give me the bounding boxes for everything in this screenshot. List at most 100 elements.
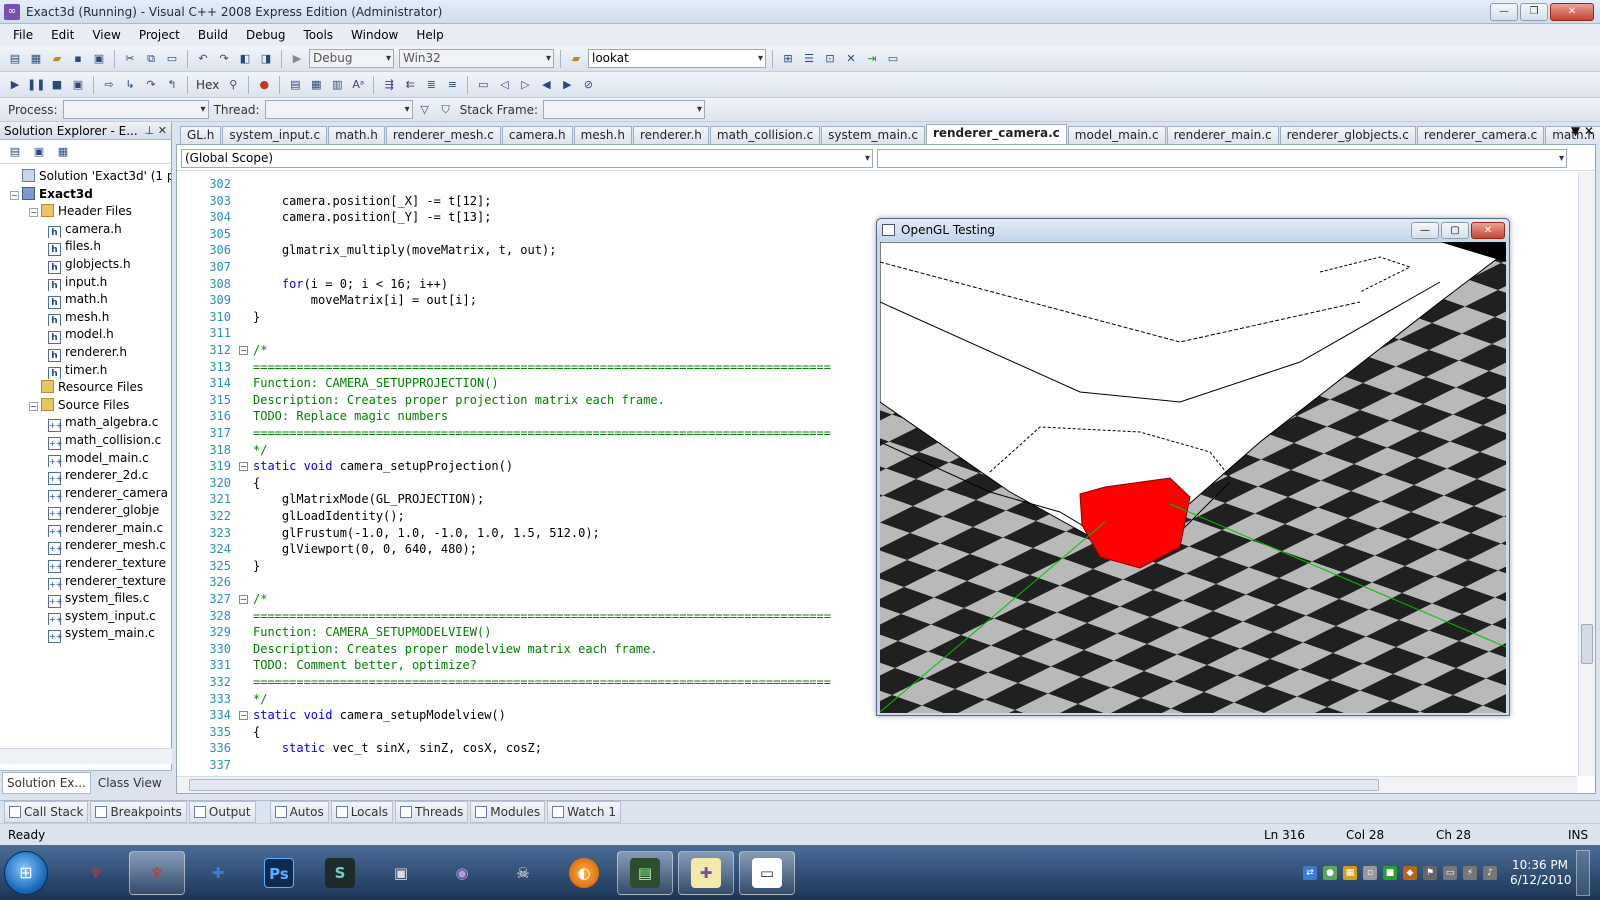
- code-line[interactable]: }: [253, 558, 260, 575]
- start-page-icon[interactable]: ⇥: [863, 50, 881, 68]
- indent-icon[interactable]: ⇶: [380, 76, 398, 94]
- close-panel-icon[interactable]: ✕: [158, 124, 167, 137]
- close-button[interactable]: ✕: [1550, 3, 1594, 21]
- object-browser-icon[interactable]: ⊡: [821, 50, 839, 68]
- tab-autos[interactable]: Autos: [269, 800, 329, 823]
- horizontal-scroll-thumb[interactable]: [189, 779, 1379, 791]
- start-button[interactable]: ⊞: [4, 850, 48, 895]
- breakpoints-window-icon[interactable]: ●: [255, 76, 273, 94]
- tray-power-icon[interactable]: ⚡: [1463, 865, 1477, 880]
- fold-toggle-icon[interactable]: −: [239, 346, 248, 355]
- code-line[interactable]: static void camera_setupProjection(): [253, 458, 513, 475]
- memory-icon[interactable]: ▥: [328, 76, 346, 94]
- scope-combo[interactable]: (Global Scope): [181, 149, 873, 168]
- tree-item[interactable]: ++ renderer_mesh.c: [0, 537, 171, 556]
- code-line[interactable]: moveMatrix[i] = out[i];: [253, 292, 477, 309]
- undo-icon[interactable]: ↶: [194, 50, 212, 68]
- cut-icon[interactable]: ✂: [121, 50, 139, 68]
- step-into-icon[interactable]: ↳: [121, 76, 139, 94]
- tray-app-icon[interactable]: ◆: [1403, 865, 1417, 880]
- opengl-close-button[interactable]: ✕: [1471, 222, 1505, 239]
- refresh-icon[interactable]: ▦: [54, 143, 72, 161]
- code-line[interactable]: */: [253, 691, 267, 708]
- tree-item[interactable]: ++ renderer_texture: [0, 555, 171, 573]
- document-tab[interactable]: system_main.c: [821, 126, 925, 144]
- taskbar-alien-icon[interactable]: ☠: [495, 851, 551, 895]
- show-desktop-button[interactable]: [1576, 849, 1590, 896]
- tab-watch-1[interactable]: Watch 1: [547, 800, 621, 823]
- tab-breakpoints[interactable]: Breakpoints: [90, 800, 187, 823]
- document-tab[interactable]: model_main.c: [1067, 126, 1166, 144]
- tree-item[interactable]: ++ math_algebra.c: [0, 414, 171, 432]
- taskbar-opengl-window-icon[interactable]: ▭: [739, 850, 795, 895]
- document-tab[interactable]: GL.h: [180, 126, 222, 144]
- taskbar-radiant-icon[interactable]: ♆: [129, 850, 185, 895]
- menu-window[interactable]: Window: [342, 24, 407, 46]
- code-line[interactable]: ========================================…: [253, 608, 831, 625]
- editor-vertical-scrollbar[interactable]: [1578, 172, 1595, 776]
- opengl-minimize-button[interactable]: —: [1411, 222, 1439, 239]
- save-icon[interactable]: ▪: [69, 50, 87, 68]
- tree-item[interactable]: − Header Files: [0, 203, 171, 221]
- code-line[interactable]: Description: Creates proper projection m…: [253, 392, 665, 409]
- show-next-statement-icon[interactable]: ⇨: [100, 76, 118, 94]
- toolbox-icon[interactable]: ✕: [842, 50, 860, 68]
- tray-network-icon[interactable]: ⇄: [1303, 865, 1317, 880]
- member-combo[interactable]: [877, 149, 1567, 168]
- clear-bookmarks-icon[interactable]: ⊘: [579, 76, 597, 94]
- restore-button[interactable]: ❐: [1520, 3, 1548, 21]
- code-line[interactable]: camera.position[_X] -= t[12];: [253, 193, 492, 210]
- document-tab[interactable]: math.h: [328, 126, 385, 144]
- next-bookmark-folder-icon[interactable]: ▶: [558, 76, 576, 94]
- document-tab[interactable]: renderer_camera.c: [1416, 126, 1545, 144]
- tree-item[interactable]: h model.h: [0, 326, 171, 344]
- taskbar-pidgin-icon[interactable]: ◉: [434, 851, 490, 895]
- tree-item[interactable]: h renderer.h: [0, 344, 171, 362]
- tray-flag-icon[interactable]: ⚑: [1423, 865, 1437, 880]
- menu-edit[interactable]: Edit: [42, 24, 83, 46]
- navigate-backward-icon[interactable]: ◧: [236, 50, 254, 68]
- document-tab[interactable]: renderer_globjects.c: [1279, 126, 1416, 144]
- code-line[interactable]: static void camera_setupModelview(): [253, 707, 506, 724]
- pin-icon[interactable]: ⊥: [145, 124, 155, 137]
- prev-bookmark-folder-icon[interactable]: ◀: [537, 76, 555, 94]
- tab-modules[interactable]: Modules: [470, 800, 546, 823]
- tree-item[interactable]: ++ renderer_texture: [0, 573, 171, 591]
- tree-item[interactable]: ++ system_main.c: [0, 625, 171, 644]
- tree-item[interactable]: ++ renderer_main.c: [0, 520, 171, 538]
- collapse-toggle-icon[interactable]: −: [29, 208, 38, 218]
- code-line[interactable]: Function: CAMERA_SETUPMODELVIEW(): [253, 624, 491, 641]
- tree-item[interactable]: Solution 'Exact3d' (1 projec: [0, 168, 171, 186]
- toggle-bookmark-icon[interactable]: ▭: [474, 76, 492, 94]
- process-combo[interactable]: [62, 100, 209, 119]
- tree-item[interactable]: ++ system_files.c: [0, 590, 171, 608]
- paste-icon[interactable]: ▭: [163, 50, 181, 68]
- restart-icon[interactable]: ▣: [69, 76, 87, 94]
- code-line[interactable]: camera.position[_Y] -= t[13];: [253, 209, 492, 226]
- tree-item[interactable]: h timer.h: [0, 362, 171, 380]
- copy-icon[interactable]: ⧉: [142, 50, 160, 68]
- code-line[interactable]: glFrustum(-1.0, 1.0, -1.0, 1.0, 1.5, 512…: [253, 525, 600, 542]
- tree-item[interactable]: h globjects.h: [0, 256, 171, 274]
- document-tab[interactable]: renderer_mesh.c: [385, 126, 501, 144]
- code-line[interactable]: glMatrixMode(GL_PROJECTION);: [253, 491, 484, 508]
- breakpoint-icon[interactable]: ⚲: [224, 76, 242, 94]
- outdent-icon[interactable]: ⇇: [401, 76, 419, 94]
- tray-nvidia-icon[interactable]: ■: [1383, 865, 1397, 880]
- tree-item[interactable]: h mesh.h: [0, 309, 171, 327]
- code-line[interactable]: glLoadIdentity();: [253, 508, 405, 525]
- menu-file[interactable]: File: [4, 24, 42, 46]
- code-line[interactable]: Description: Creates proper modelview ma…: [253, 641, 658, 658]
- tray-monitor-icon[interactable]: ▭: [1443, 865, 1457, 880]
- next-bookmark-icon[interactable]: ▷: [516, 76, 534, 94]
- uncomment-icon[interactable]: ≡: [443, 76, 461, 94]
- menu-tools[interactable]: Tools: [294, 24, 342, 46]
- break-all-icon[interactable]: ❚❚: [27, 76, 45, 94]
- tree-item[interactable]: ++ system_input.c: [0, 608, 171, 626]
- tree-item[interactable]: − Exact3d: [0, 186, 171, 204]
- taskbar-network-icon[interactable]: ▣: [373, 851, 429, 895]
- code-line[interactable]: */: [253, 442, 267, 459]
- tree-item[interactable]: − Source Files: [0, 397, 171, 415]
- tree-item[interactable]: h files.h: [0, 238, 171, 256]
- tab-output[interactable]: Output: [188, 800, 256, 823]
